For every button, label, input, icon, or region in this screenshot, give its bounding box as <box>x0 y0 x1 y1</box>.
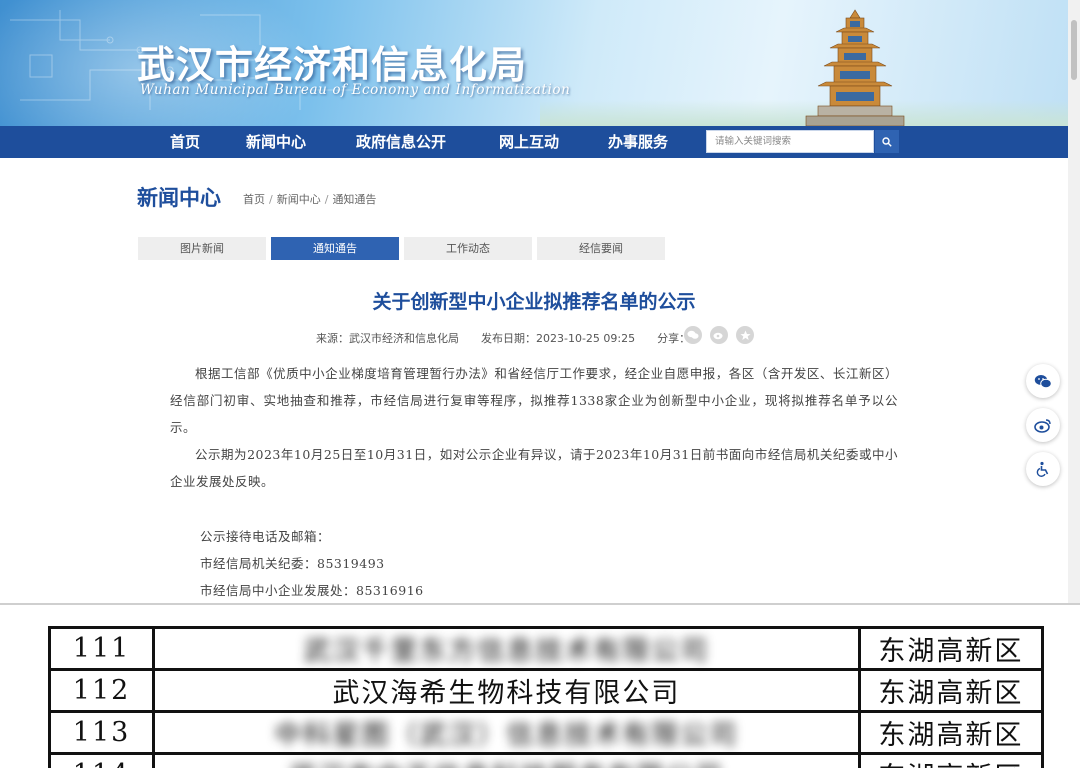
district: 东湖高新区 <box>857 668 1045 713</box>
share-wechat-button[interactable] <box>684 326 702 344</box>
company-name: 武汉海希生物科技有限公司 <box>152 668 861 713</box>
tab-notices[interactable]: 通知通告 <box>271 237 399 260</box>
tab-work-updates[interactable]: 工作动态 <box>404 237 532 260</box>
nav-item-interaction[interactable]: 网上互动 <box>499 126 559 158</box>
weibo-icon <box>713 332 723 340</box>
nav-item-services[interactable]: 办事服务 <box>608 126 668 158</box>
breadcrumb-home[interactable]: 首页 <box>243 193 265 206</box>
district: 东湖高新区 <box>857 752 1045 768</box>
article-title: 关于创新型中小企业拟推荐名单的公示 <box>372 291 696 313</box>
wechat-icon <box>1034 374 1052 388</box>
yellow-crane-tower-illustration <box>805 9 905 126</box>
search-icon <box>882 136 892 147</box>
nav-item-gov-info[interactable]: 政府信息公开 <box>356 126 446 158</box>
date-label: 发布日期： <box>481 332 536 345</box>
share-weibo-button[interactable] <box>710 326 728 344</box>
company-name-blurred: 武汉市中天信息科技服务有限公司 <box>152 752 861 768</box>
contact-discipline: 市经信局机关纪委：85319493 <box>200 556 385 571</box>
source-label: 来源： <box>316 332 349 345</box>
search-button[interactable] <box>875 130 899 153</box>
district: 东湖高新区 <box>857 626 1045 671</box>
section-title: 新闻中心 <box>137 186 221 210</box>
site-banner: 武汉市经济和信息化局 Wuhan Municipal Bureau of Eco… <box>0 0 1068 126</box>
weibo-icon <box>1034 418 1051 433</box>
company-table: 111 武汉千里东方信息技术有限公司 东湖高新区 112 武汉海希生物科技有限公… <box>47 626 1045 768</box>
side-wechat-button[interactable] <box>1026 364 1060 398</box>
article-meta: 来源：武汉市经济和信息化局 发布日期：2023-10-25 09:25 分享： <box>316 330 690 346</box>
accessibility-icon <box>1036 461 1049 477</box>
row-number: 113 <box>47 710 156 755</box>
side-weibo-button[interactable] <box>1026 408 1060 442</box>
nav-item-news[interactable]: 新闻中心 <box>246 126 306 158</box>
tab-picture-news[interactable]: 图片新闻 <box>138 237 266 260</box>
star-icon <box>739 330 751 340</box>
search-input[interactable]: 请输入关键词搜索 <box>706 130 874 153</box>
article-paragraph-2: 公示期为2023年10月25日至10月31日，如对公示企业有异议，请于2023年… <box>170 447 898 489</box>
table-row: 114 武汉市中天信息科技服务有限公司 东湖高新区 <box>47 752 1045 768</box>
company-name-blurred: 武汉千里东方信息技术有限公司 <box>152 626 861 671</box>
tab-economic-news[interactable]: 经信要闻 <box>537 237 665 260</box>
contact-heading: 公示接待电话及邮箱： <box>200 529 331 544</box>
date-value: 2023-10-25 09:25 <box>536 332 636 345</box>
company-name-blurred: 中科星图（武汉）信息技术有限公司 <box>152 710 861 755</box>
breadcrumb: 首页 / 新闻中心 / 通知通告 <box>243 193 377 206</box>
row-number: 112 <box>47 668 156 713</box>
page-scrollbar[interactable] <box>1068 0 1080 603</box>
image-divider <box>0 603 1080 605</box>
share-favorite-button[interactable] <box>736 326 754 344</box>
nav-item-home[interactable]: 首页 <box>170 126 200 158</box>
breadcrumb-news[interactable]: 新闻中心 <box>277 193 321 206</box>
side-accessibility-button[interactable] <box>1026 452 1060 486</box>
district: 东湖高新区 <box>857 710 1045 755</box>
table-row: 111 武汉千里东方信息技术有限公司 东湖高新区 <box>47 626 1045 671</box>
source-value: 武汉市经济和信息化局 <box>349 332 459 345</box>
scrollbar-thumb[interactable] <box>1071 20 1077 80</box>
row-number: 111 <box>47 626 156 671</box>
breadcrumb-notices[interactable]: 通知通告 <box>332 193 376 206</box>
table-row: 112 武汉海希生物科技有限公司 东湖高新区 <box>47 668 1045 713</box>
contact-sme-office: 市经信局中小企业发展处：85316916 <box>200 583 424 598</box>
main-nav: 首页 新闻中心 政府信息公开 网上互动 办事服务 <box>0 126 1068 158</box>
site-title: 武汉市经济和信息化局 <box>137 43 528 87</box>
site-subtitle-en: Wuhan Municipal Bureau of Economy and In… <box>140 82 571 98</box>
table-row: 113 中科星图（武汉）信息技术有限公司 东湖高新区 <box>47 710 1045 755</box>
row-number: 114 <box>47 752 156 768</box>
article-paragraph-1: 根据工信部《优质中小企业梯度培育管理暂行办法》和省经信厅工作要求，经企业自愿申报… <box>170 366 898 435</box>
wechat-icon <box>687 330 699 339</box>
